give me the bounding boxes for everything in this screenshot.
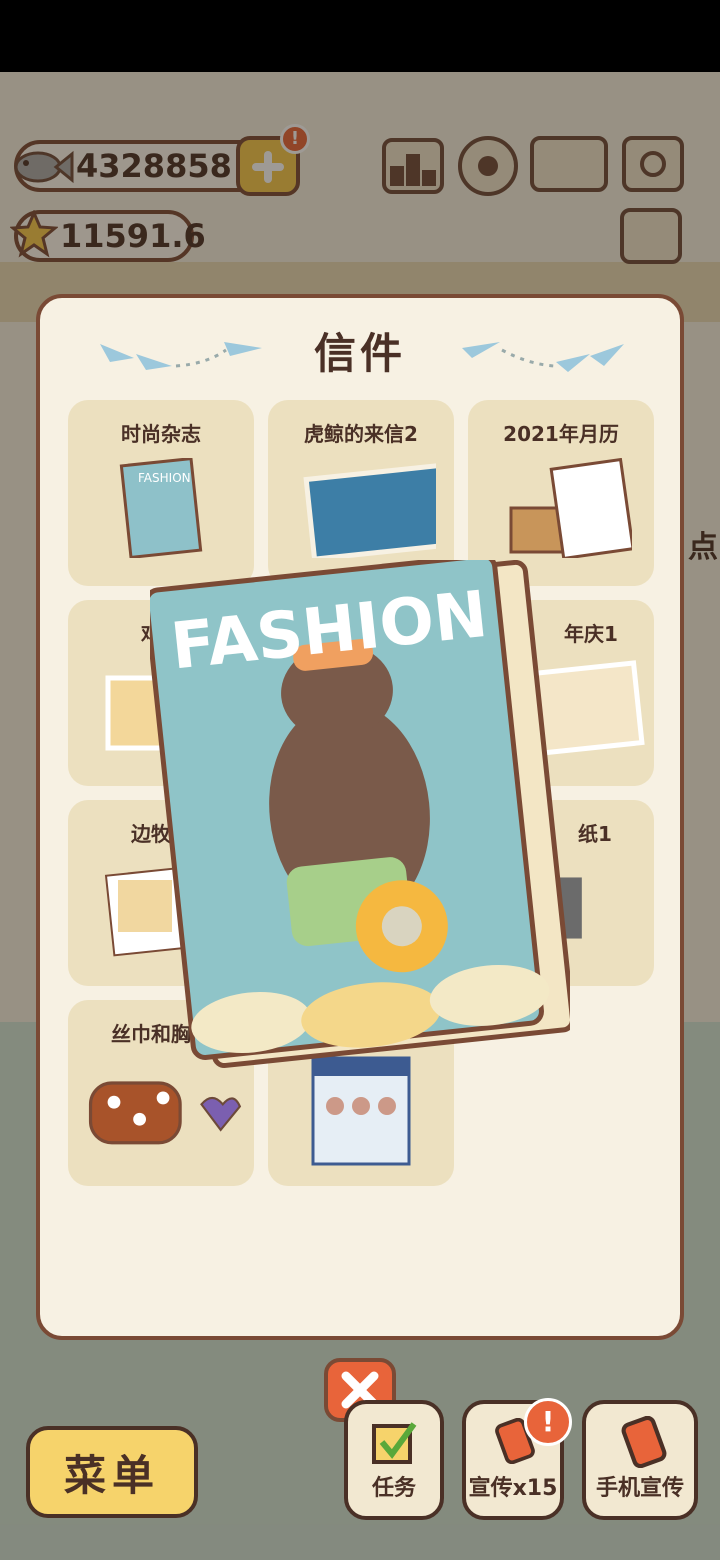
letter-card[interactable]: 时尚杂志 FASHION (68, 400, 254, 586)
card-label: 虎鲸的来信2 (304, 422, 418, 446)
card-label: 时尚杂志 (121, 422, 201, 446)
thumb-title: FASHION (138, 471, 191, 485)
letter-card[interactable]: 2021年月历 (468, 400, 654, 586)
orca-letter-thumbnail (303, 462, 436, 558)
card-label: 2021年月历 (503, 422, 619, 446)
photo-card-thumbnail (311, 1056, 411, 1166)
letter-card[interactable]: 虎鲸的来信2 (268, 400, 454, 586)
menu-label: 菜单 (63, 1450, 160, 1500)
fashion-magazine-thumbnail: FASHION (119, 458, 203, 558)
paper-plane-right-icon (462, 342, 624, 372)
phone-promo-button[interactable]: 手机宣传 (582, 1400, 698, 1520)
promo-label: 宣传x15 (468, 1476, 558, 1501)
menu-button[interactable]: 菜单 (26, 1426, 198, 1518)
status-bar (0, 0, 720, 72)
paper-plane-left-icon (100, 342, 262, 370)
calendar-thumbnail (509, 458, 632, 558)
task-label: 任务 (371, 1476, 416, 1501)
fashion-magazine-preview: FASHION (150, 560, 570, 1068)
checkbox-icon (372, 1422, 417, 1464)
promo-notification-badge: ! (524, 1398, 572, 1446)
phone-promo-label: 手机宣传 (595, 1476, 684, 1501)
phone-icon (621, 1416, 667, 1468)
task-button[interactable]: 任务 (344, 1400, 444, 1520)
scarf-and-badge-thumbnail (88, 1081, 242, 1145)
